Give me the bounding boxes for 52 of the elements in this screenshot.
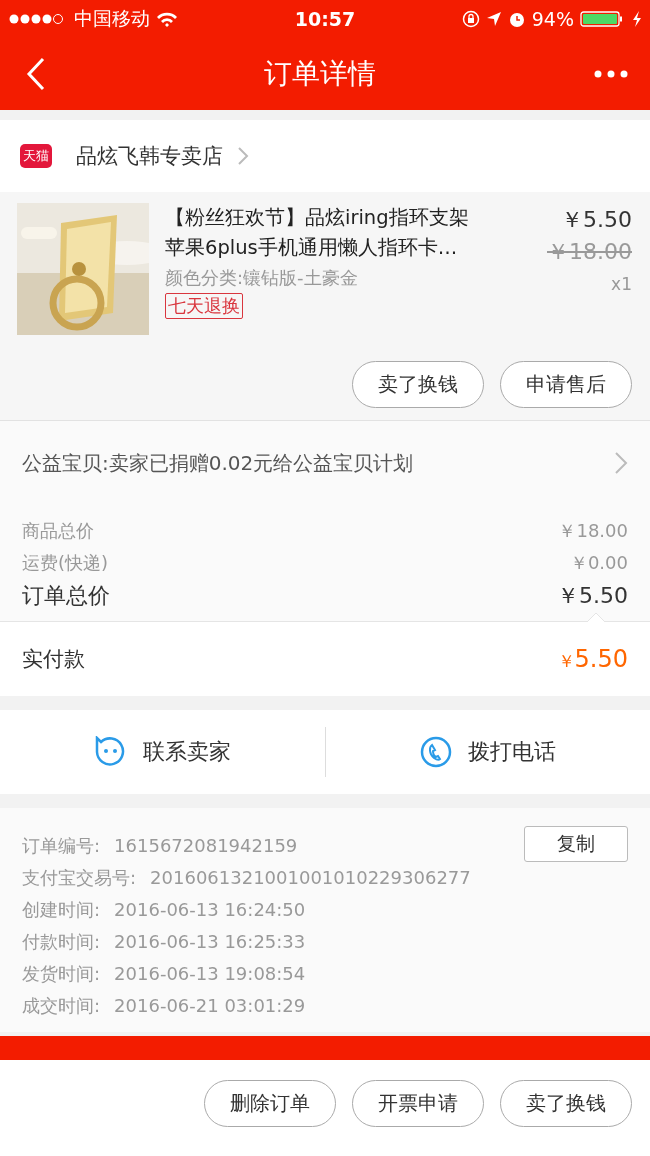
chevron-icon bbox=[614, 451, 628, 475]
summary-value: ￥5.50 bbox=[557, 582, 628, 610]
info-value: 2016-06-13 16:24:50 bbox=[114, 898, 306, 922]
contact-seller-button[interactable]: 联系卖家 bbox=[0, 735, 325, 769]
battery-percent: 94% bbox=[531, 8, 574, 30]
action-button[interactable]: 卖了换钱 bbox=[500, 1079, 632, 1127]
info-value: 1615672081942159 bbox=[114, 834, 298, 858]
info-label: 发货时间: bbox=[22, 962, 101, 986]
original-price: ￥18.00 bbox=[547, 238, 632, 266]
store-name[interactable]: 品炫飞韩专卖店 bbox=[76, 142, 223, 170]
alarm-icon bbox=[507, 10, 526, 28]
return-policy-tag: 七天退换 bbox=[165, 293, 243, 319]
rotation-lock-icon bbox=[461, 10, 480, 28]
action-button[interactable]: 申请售后 bbox=[500, 361, 632, 408]
location-icon bbox=[485, 11, 502, 27]
info-label: 订单编号: bbox=[22, 834, 101, 858]
wifi-icon bbox=[156, 11, 178, 27]
action-button[interactable]: 删除订单 bbox=[204, 1079, 336, 1127]
product-variant: 颜色分类:镶钻版-土豪金 bbox=[165, 266, 359, 290]
info-label: 支付宝交易号: bbox=[22, 866, 137, 890]
chevron-icon bbox=[237, 146, 249, 166]
page-title: 订单详情 bbox=[264, 56, 376, 92]
call-button[interactable]: 拨打电话 bbox=[325, 735, 650, 769]
info-value: 2016-06-13 16:25:33 bbox=[114, 930, 306, 954]
store-badge: 天猫 bbox=[20, 144, 52, 168]
charity-text[interactable]: 公益宝贝:卖家已捐赠0.02元给公益宝贝计划 bbox=[22, 449, 414, 477]
product-title[interactable]: 苹果6plus手机通用懒人指环卡… bbox=[165, 233, 516, 263]
more-icon bbox=[594, 70, 628, 78]
info-value: 2016-06-21 03:01:29 bbox=[114, 994, 306, 1018]
product-title[interactable]: 【粉丝狂欢节】品炫iring指环支架 bbox=[165, 203, 516, 233]
clock-time: 10:57 bbox=[294, 8, 356, 30]
paid-label: 实付款 bbox=[22, 646, 85, 673]
info-label: 创建时间: bbox=[22, 898, 101, 922]
paid-amount: ￥5.50 bbox=[557, 645, 628, 673]
phone-icon bbox=[419, 736, 452, 768]
copy-button[interactable]: 复制 bbox=[524, 826, 628, 862]
back-icon bbox=[26, 57, 46, 91]
product-quantity: x1 bbox=[611, 273, 632, 296]
summary-label: 运费(快递) bbox=[22, 551, 109, 575]
info-value: 2016-06-13 19:08:54 bbox=[114, 962, 306, 986]
info-value: 2016061321001001010229306277 bbox=[150, 866, 471, 890]
summary-value: ￥0.00 bbox=[569, 551, 628, 575]
info-label: 付款时间: bbox=[22, 930, 101, 954]
info-label: 成交时间: bbox=[22, 994, 101, 1018]
summary-label: 订单总价 bbox=[22, 582, 110, 610]
charging-icon bbox=[632, 10, 642, 28]
summary-value: ￥18.00 bbox=[558, 519, 628, 543]
action-button[interactable]: 开票申请 bbox=[352, 1079, 484, 1127]
summary-label: 商品总价 bbox=[22, 519, 94, 543]
carrier-name: 中国移动 bbox=[74, 6, 150, 31]
action-button[interactable]: 卖了换钱 bbox=[352, 361, 484, 408]
product-price: ￥5.50 bbox=[561, 206, 632, 234]
